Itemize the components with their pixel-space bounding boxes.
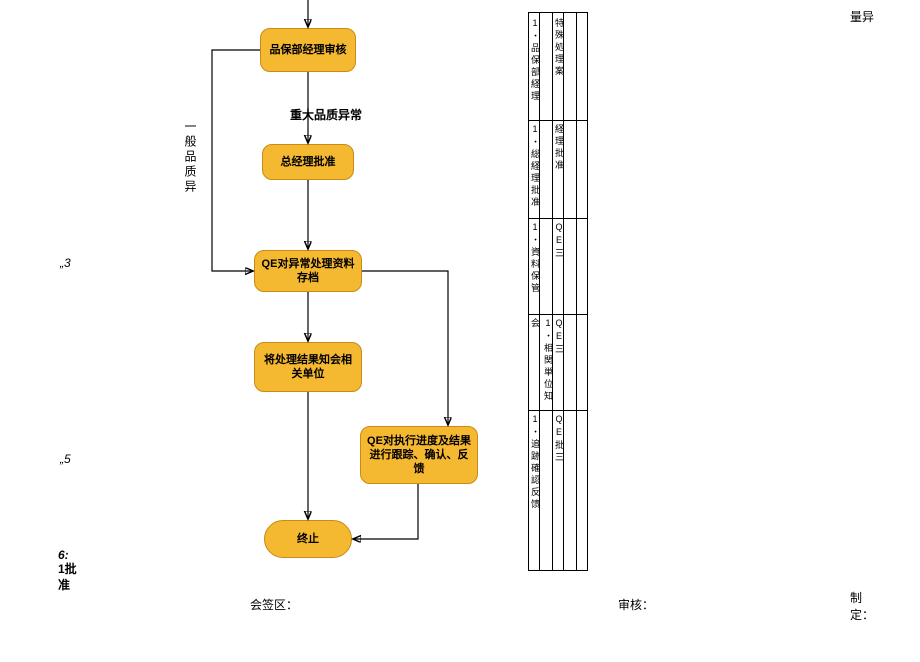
label-general-anomaly: 一般品质异 xyxy=(182,120,199,195)
sign-area-label: 会签区： xyxy=(250,596,298,613)
left-marker-6: 6: xyxy=(58,548,69,562)
side-cell: 1・追跡確認反馈 xyxy=(529,414,542,564)
node-label: 品保部经理审核 xyxy=(270,43,347,57)
side-cell: 1・総経理批准 xyxy=(529,124,542,212)
node-track: QE对执行进度及结果进行跟踪、确认、反馈 xyxy=(360,426,478,484)
node-label: QE对异常处理资料存档 xyxy=(261,257,355,286)
left-marker-3: „3 xyxy=(60,256,71,270)
node-review: 品保部经理审核 xyxy=(260,28,356,72)
side-cell: 1・資料保管 xyxy=(529,222,542,308)
side-cell: 1・相関単位知会 xyxy=(529,318,555,404)
node-label: 将处理结果知会相关单位 xyxy=(261,353,355,382)
flow-connectors xyxy=(0,0,920,662)
node-label: 终止 xyxy=(297,532,319,546)
side-cell: 経理批准 xyxy=(553,124,566,212)
side-cell: 1・品保部経理 xyxy=(529,18,542,114)
node-approve: 总经理批准 xyxy=(262,144,354,180)
top-right-label: 量异 xyxy=(850,8,874,25)
side-table: 1・品保部経理 1・総経理批准 1・資料保管 1・相関単位知会 1・追跡確認反馈… xyxy=(528,12,628,570)
establish-label: 制定： xyxy=(850,590,878,624)
side-cell: QE三 xyxy=(553,222,566,308)
node-label: QE对执行进度及结果进行跟踪、确认、反馈 xyxy=(367,434,471,477)
side-cell: 特殊処理案 xyxy=(553,18,566,114)
review-label: 审核： xyxy=(618,596,654,613)
side-cell: QE批三 xyxy=(553,414,566,564)
node-label: 总经理批准 xyxy=(281,155,336,169)
node-end: 终止 xyxy=(264,520,352,558)
left-approve: 1批准 xyxy=(58,562,88,593)
node-archive: QE对异常处理资料存档 xyxy=(254,250,362,292)
label-major-anomaly: 重大品质异常 xyxy=(290,106,362,123)
node-notify: 将处理结果知会相关单位 xyxy=(254,342,362,392)
left-marker-5: „5 xyxy=(60,452,71,466)
side-cell: QE三 xyxy=(553,318,566,404)
